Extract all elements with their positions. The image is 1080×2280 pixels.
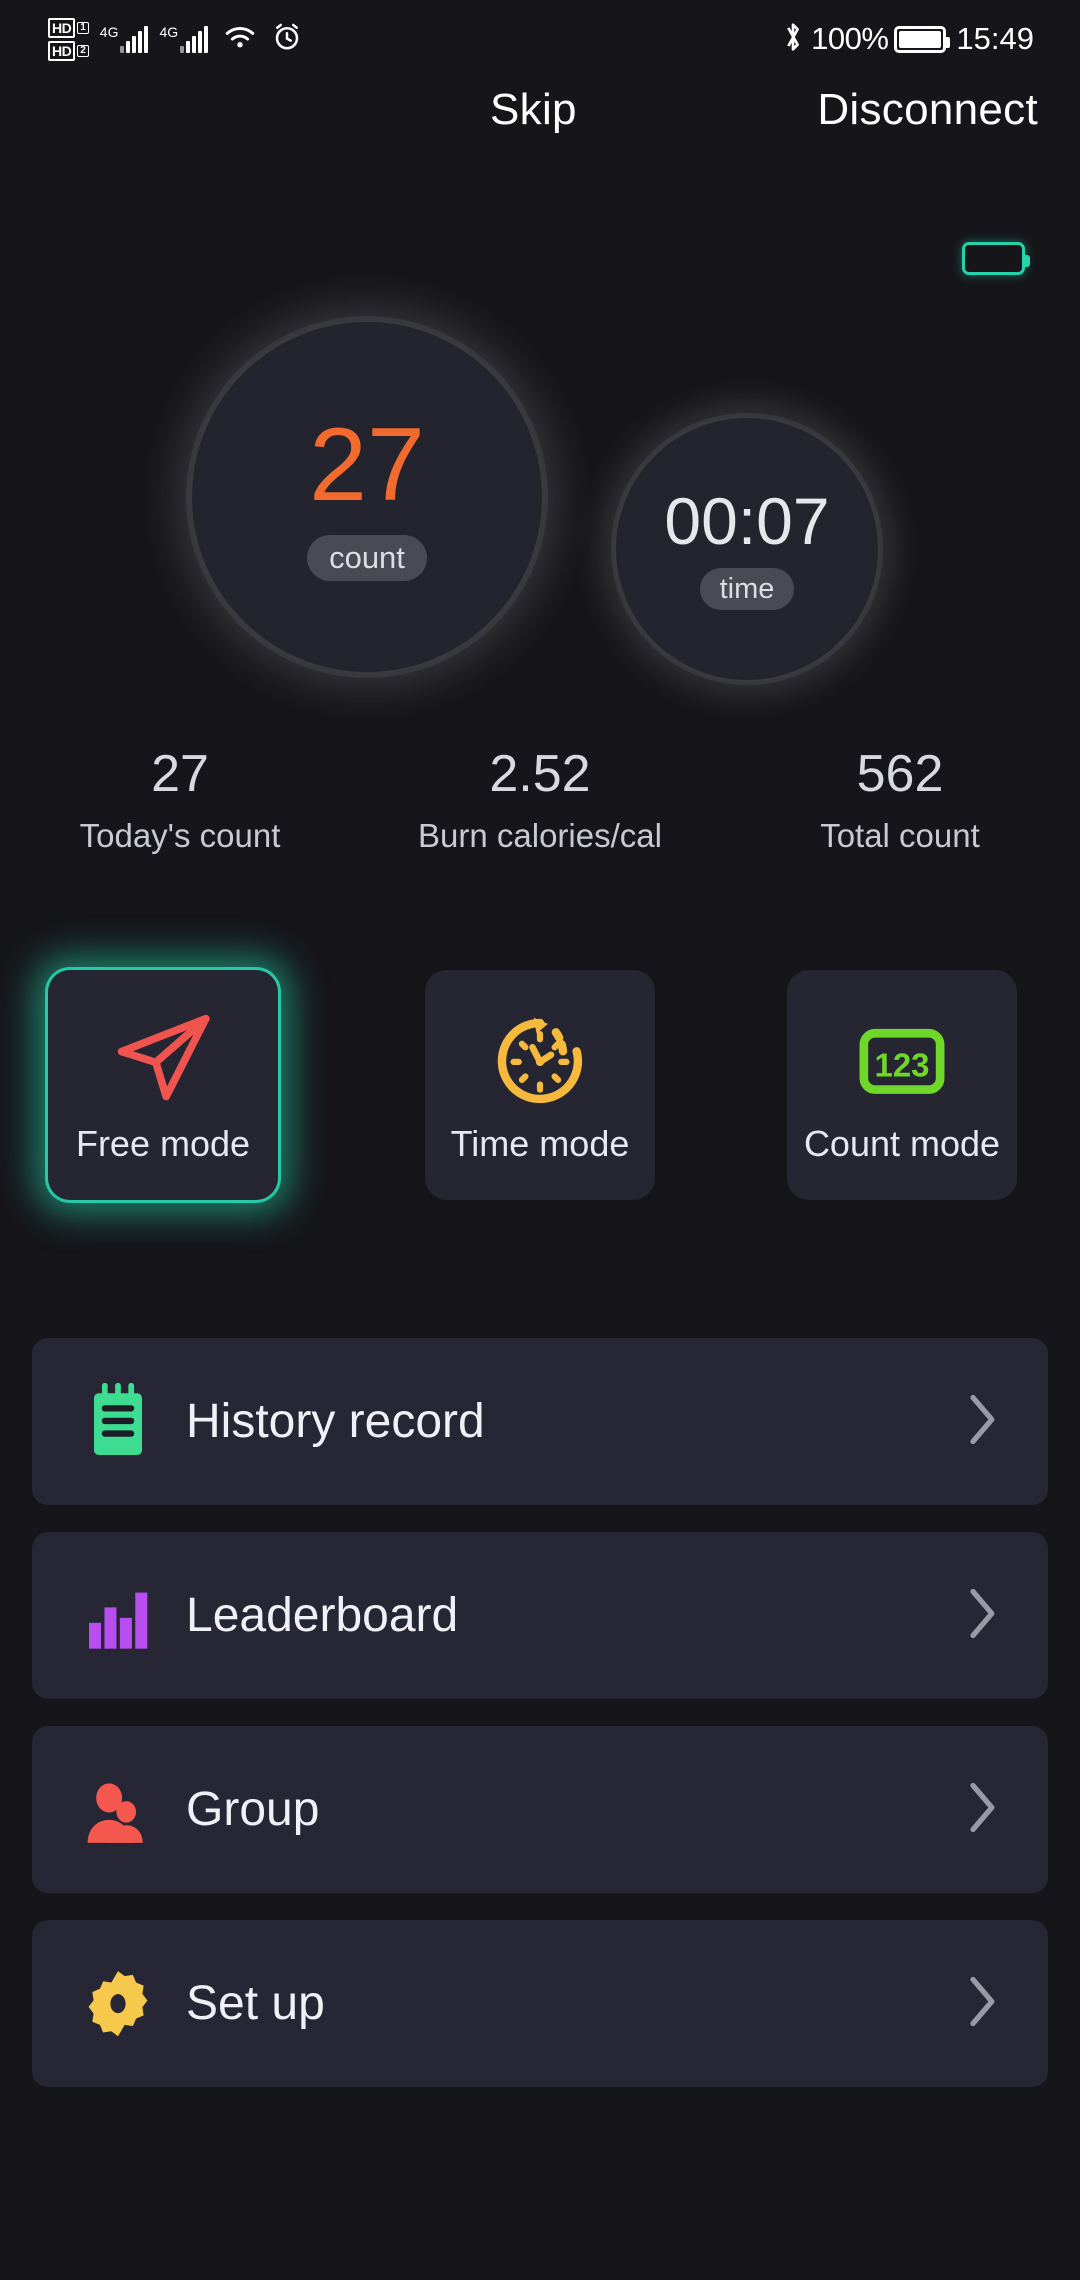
device-battery-icon <box>962 242 1030 275</box>
mode-label: Free mode <box>75 1123 251 1164</box>
count-badge: count <box>307 534 427 582</box>
menu-item-set-up[interactable]: Set up <box>32 1920 1048 2087</box>
menu-item-leaderboard[interactable]: Leaderboard <box>32 1532 1048 1699</box>
hd-sim2-icon: HD 2 <box>48 40 89 61</box>
mode-selector: Free mode Time mode 123 Count mode <box>0 970 1080 1210</box>
battery-percent-label: 100% <box>811 21 889 56</box>
chevron-right-icon <box>968 1587 998 1644</box>
count-circle[interactable]: 27 count <box>192 322 542 672</box>
status-bar-right: 100% 15:49 <box>781 20 1034 59</box>
system-battery-icon <box>894 25 951 53</box>
stat-label: Total count <box>820 816 980 854</box>
status-bar-clock: 15:49 <box>956 21 1034 56</box>
signal-bars-sim1 <box>120 26 149 53</box>
chevron-right-icon <box>968 1393 998 1450</box>
stat-total-count: 562 Total count <box>720 745 1080 855</box>
stat-value: 27 <box>151 745 209 803</box>
paper-plane-icon <box>109 1005 217 1117</box>
menu-item-label: Set up <box>186 1977 325 2030</box>
time-value: 00:07 <box>664 483 830 558</box>
stats-row: 27 Today's count 2.52 Burn calories/cal … <box>0 745 1080 855</box>
counter-circles: 27 count 00:07 time <box>0 310 1080 680</box>
network-type-sim2: 4G <box>159 24 179 40</box>
stat-today-count: 27 Today's count <box>0 745 360 855</box>
header-bar: Skip Disconnect <box>0 85 1080 165</box>
people-icon <box>72 1772 164 1848</box>
menu-item-label: Group <box>186 1783 320 1836</box>
menu-item-history-record[interactable]: History record <box>32 1338 1048 1505</box>
stat-label: Today's count <box>79 816 281 854</box>
menu-list: History record Leaderboard Group Set up <box>0 1338 1080 2114</box>
stat-value: 2.52 <box>489 745 591 803</box>
hd-sim2-label: HD <box>48 40 76 61</box>
gear-icon <box>72 1966 164 2042</box>
notepad-icon <box>72 1382 164 1461</box>
network-type-sim1: 4G <box>99 24 119 40</box>
stat-value: 562 <box>856 745 944 803</box>
app-screen: HD 1 HD 2 4G 4G 100% 15:49 Skip Disconne… <box>0 0 1080 2280</box>
volte-indicators: HD 1 HD 2 <box>48 17 89 61</box>
hd-sim1-label: HD <box>48 17 76 38</box>
alarm-icon <box>272 22 302 57</box>
bluetooth-icon <box>781 20 805 59</box>
menu-item-group[interactable]: Group <box>32 1726 1048 1893</box>
menu-item-label: Leaderboard <box>186 1589 459 1642</box>
mode-button-time[interactable]: Time mode <box>425 970 655 1200</box>
signal-bars-sim2 <box>180 26 209 53</box>
signal-sim2-icon: 4G <box>159 24 209 53</box>
numbers-123-icon: 123 <box>850 1005 954 1117</box>
hd-sim2-number: 2 <box>77 44 89 57</box>
mode-label: Count mode <box>803 1123 1001 1164</box>
signal-sim1-icon: 4G <box>100 25 149 53</box>
status-bar-left: HD 1 HD 2 4G 4G <box>48 17 302 61</box>
disconnect-button[interactable]: Disconnect <box>817 85 1038 135</box>
status-bar: HD 1 HD 2 4G 4G 100% 15:49 <box>0 0 1080 78</box>
menu-item-label: History record <box>186 1395 485 1448</box>
mode-label: Time mode <box>450 1123 630 1164</box>
mode-button-free[interactable]: Free mode <box>48 970 278 1200</box>
skip-button[interactable]: Skip <box>490 85 577 135</box>
count-value: 27 <box>309 406 425 523</box>
time-circle[interactable]: 00:07 time <box>616 418 878 680</box>
time-badge: time <box>699 567 795 611</box>
svg-text:123: 123 <box>875 1047 930 1084</box>
stat-label: Burn calories/cal <box>418 816 662 854</box>
wifi-icon <box>223 23 257 55</box>
bar-chart-icon <box>72 1578 164 1654</box>
chevron-right-icon <box>968 1781 998 1838</box>
hd-sim1-number: 1 <box>77 21 89 34</box>
stat-burn-calories: 2.52 Burn calories/cal <box>360 745 720 855</box>
chevron-right-icon <box>968 1975 998 2032</box>
clock-arrow-icon <box>487 1005 593 1117</box>
mode-button-count[interactable]: 123 Count mode <box>787 970 1017 1200</box>
hd-sim1-icon: HD 1 <box>48 17 89 38</box>
